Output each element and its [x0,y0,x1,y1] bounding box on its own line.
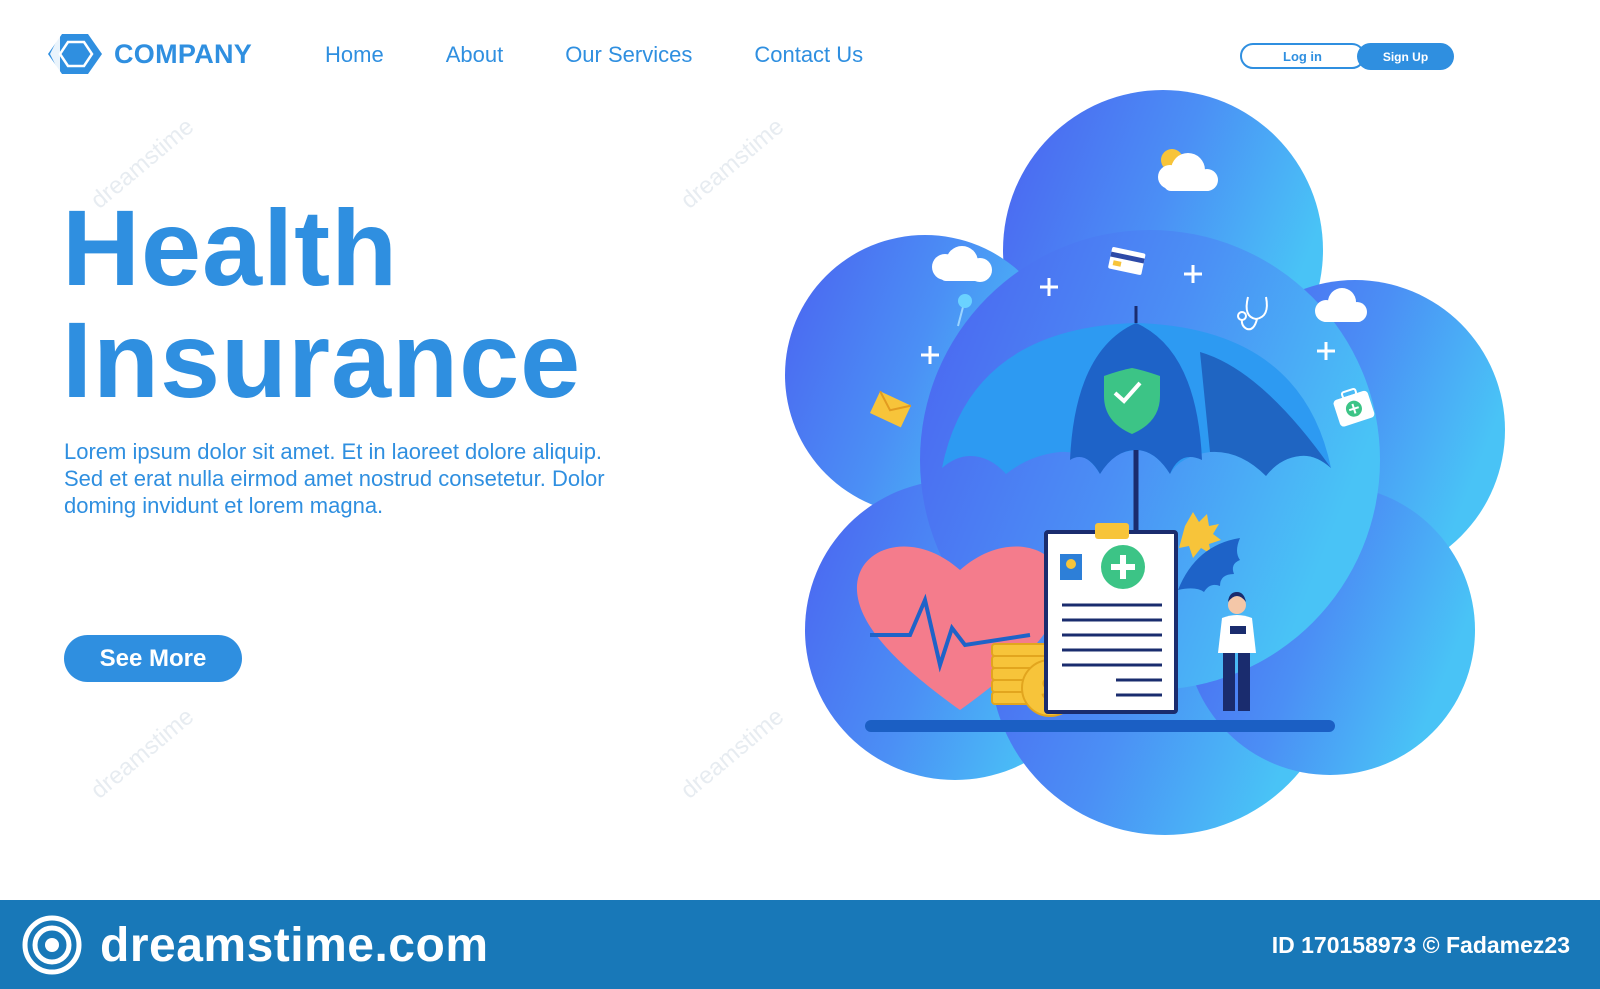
watermark-text: dreamstime [85,702,200,805]
nav-services[interactable]: Our Services [565,42,692,68]
nav-contact[interactable]: Contact Us [754,42,863,68]
hexagon-logo-icon [48,34,102,74]
see-more-button[interactable]: See More [64,635,242,682]
hero-title-line1: Health [62,187,399,308]
ground-line [865,720,1335,732]
brand-name: COMPANY [114,38,253,69]
brand-logo[interactable]: COMPANY [46,32,252,76]
nav-about[interactable]: About [446,42,504,68]
medical-document-icon [1044,523,1178,714]
watermark-id: ID 170158973 © Fadamez23 [1271,932,1570,958]
main-nav: Home About Our Services Contact Us [325,42,925,68]
nav-home[interactable]: Home [325,42,384,68]
watermark-domain: dreamstime.com [100,919,489,972]
signup-button[interactable]: Sign Up [1357,43,1454,70]
health-insurance-illustration: $ [785,90,1505,835]
hero-title-line2: Insurance [62,299,582,420]
hero-title: Health Insurance [62,192,581,416]
hero-description: Lorem ipsum dolor sit amet. Et in laoree… [64,439,605,518]
login-button[interactable]: Log in [1240,43,1365,69]
dreamstime-logo-icon [22,915,82,975]
